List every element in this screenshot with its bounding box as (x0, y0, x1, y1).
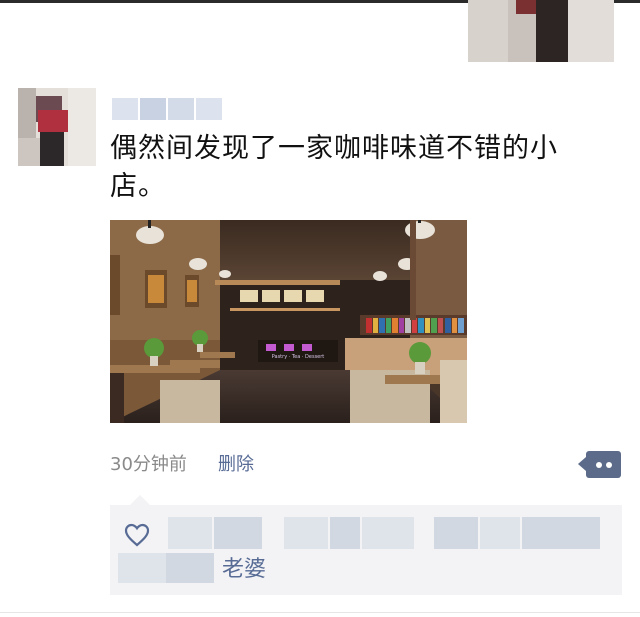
liker-name-blurred[interactable] (480, 517, 520, 549)
liker-name-blurred[interactable] (362, 517, 414, 549)
post-image[interactable]: Pastry · Tea · Dessert (110, 220, 467, 423)
post-time: 30分钟前 (110, 454, 187, 475)
liker-name-blurred[interactable] (284, 517, 328, 549)
liker-name-blurred[interactable] (168, 517, 212, 549)
more-actions-button[interactable] (578, 451, 621, 478)
previous-post-thumbnail[interactable] (468, 0, 614, 62)
delete-link[interactable]: 删除 (218, 452, 254, 478)
likes-panel: 老婆 (110, 495, 622, 595)
liker-name-blurred[interactable] (166, 553, 214, 583)
liker-name-blurred[interactable] (214, 517, 262, 549)
liker-name[interactable]: 老婆 (222, 555, 266, 585)
heart-icon (124, 523, 150, 547)
post-text: 偶然间发现了一家咖啡味道不错的小店。 (110, 133, 558, 202)
avatar[interactable] (18, 88, 96, 166)
username-blurred[interactable] (112, 98, 224, 120)
store-sign-subtitle: Pastry · Tea · Dessert (272, 354, 325, 360)
liker-name-blurred[interactable] (434, 517, 478, 549)
liker-name-blurred[interactable] (330, 517, 360, 549)
bottom-divider (0, 612, 640, 613)
liker-name-blurred[interactable] (118, 553, 166, 583)
liker-name-blurred[interactable] (522, 517, 600, 549)
post-meta: 30分钟前 删除 (110, 452, 254, 478)
